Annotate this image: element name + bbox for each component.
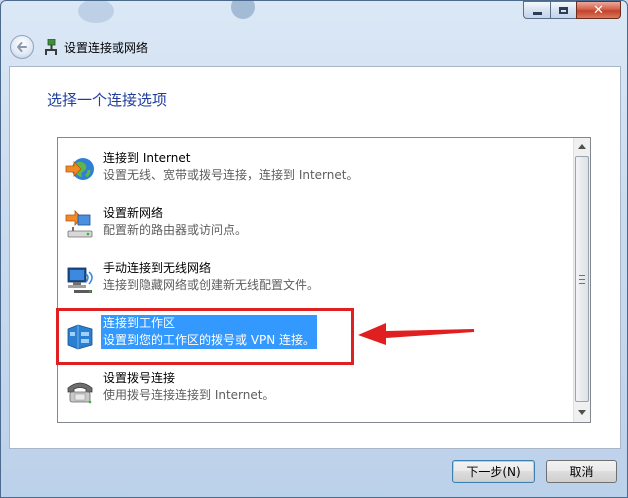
page-title: 选择一个连接选项 <box>47 91 168 109</box>
scroll-up-button[interactable] <box>574 138 590 155</box>
minimize-icon <box>532 11 542 15</box>
wireless-computer-icon <box>67 267 93 293</box>
connection-options-list[interactable]: 连接到 Internet 设置无线、宽带或拨号连接，连接到 Internet。 … <box>57 137 591 423</box>
annotation-highlight-box <box>56 308 354 365</box>
scroll-down-button[interactable] <box>574 404 590 421</box>
content-panel: 选择一个连接选项 连接到 Internet 设置无线、宽带或拨号连接，连接到 I… <box>9 66 621 449</box>
option-description: 使用拨号连接连接到 Internet。 <box>103 388 275 402</box>
next-button[interactable]: 下一步(N) <box>452 460 535 483</box>
globe-icon <box>65 158 94 180</box>
back-arrow-icon <box>17 42 27 52</box>
option-new-network[interactable]: 设置新网络 配置新的路由器或访问点。 <box>64 201 564 249</box>
option-description: 设置无线、宽带或拨号连接，连接到 Internet。 <box>103 168 359 182</box>
scroll-down-icon <box>578 410 586 415</box>
title-bar: 设置连接或网络 <box>10 35 148 59</box>
option-description: 配置新的路由器或访问点。 <box>103 223 248 237</box>
close-icon: ✕ <box>593 2 604 18</box>
back-button[interactable] <box>10 35 34 59</box>
annotation-arrow-icon <box>358 323 474 345</box>
cancel-button[interactable]: 取消 <box>546 460 617 483</box>
option-text: 手动连接到无线网络 连接到隐藏网络或创建新无线配置文件。 <box>103 260 319 294</box>
option-dialup[interactable]: 设置拨号连接 使用拨号连接连接到 Internet。 <box>64 366 564 414</box>
minimize-button[interactable] <box>523 1 550 19</box>
background-decoration <box>231 1 255 19</box>
option-text: 设置新网络 配置新的路由器或访问点。 <box>103 205 247 239</box>
vertical-scrollbar[interactable] <box>573 138 590 422</box>
option-text: 设置拨号连接 使用拨号连接连接到 Internet。 <box>103 370 274 404</box>
maximize-button[interactable] <box>550 1 576 19</box>
network-setup-icon <box>45 39 57 55</box>
option-description: 连接到隐藏网络或创建新无线配置文件。 <box>103 278 320 292</box>
option-title: 设置新网络 <box>103 206 164 220</box>
option-text: 连接到 Internet 设置无线、宽带或拨号连接，连接到 Internet。 <box>103 150 358 184</box>
close-button[interactable]: ✕ <box>576 1 621 19</box>
scrollbar-grip-icon <box>579 274 585 284</box>
background-decoration <box>78 1 114 23</box>
window-title: 设置连接或网络 <box>64 40 149 55</box>
option-connect-internet[interactable]: 连接到 Internet 设置无线、宽带或拨号连接，连接到 Internet。 <box>64 146 564 194</box>
dialup-phone-icon <box>67 382 93 404</box>
router-icon <box>65 210 93 238</box>
dialog-window: ✕ 设置连接或网络 选择一个连接选项 连接到 Internet 设置无线、宽带或… <box>0 0 628 498</box>
option-title: 手动连接到无线网络 <box>103 261 212 275</box>
option-title: 设置拨号连接 <box>103 371 176 385</box>
scroll-up-icon <box>578 144 586 149</box>
scrollbar-thumb[interactable] <box>575 156 589 402</box>
maximize-icon <box>559 6 568 14</box>
option-manual-wireless[interactable]: 手动连接到无线网络 连接到隐藏网络或创建新无线配置文件。 <box>64 256 564 304</box>
window-controls: ✕ <box>523 1 621 19</box>
option-title: 连接到 Internet <box>103 151 191 165</box>
